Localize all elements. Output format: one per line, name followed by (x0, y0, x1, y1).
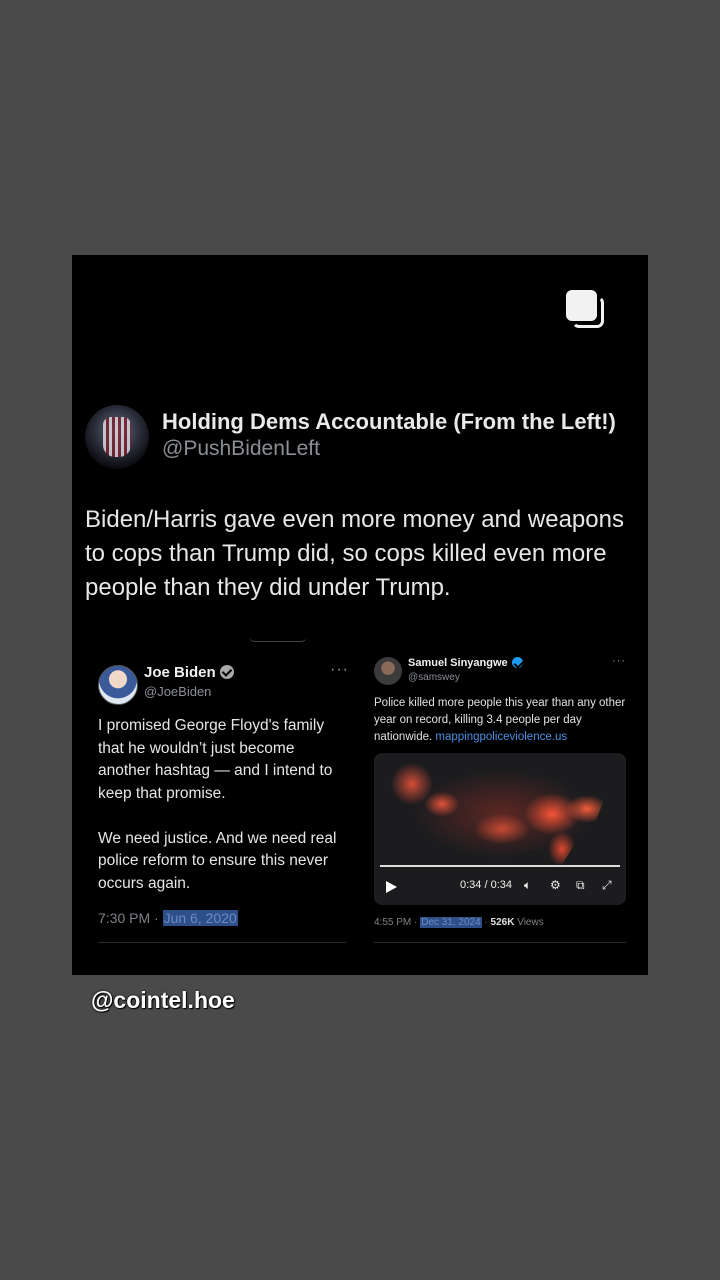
tweet-author-name[interactable]: Samuel Sinyangwe (408, 657, 523, 669)
tweet-date[interactable]: Dec 31, 2024 (420, 917, 482, 928)
verified-badge-icon (511, 657, 523, 668)
tweet-author-handle[interactable]: @JoeBiden (144, 684, 211, 699)
verified-badge-icon (219, 665, 234, 679)
video-time: 0:34 / 0:34 (460, 879, 512, 891)
tweet-time: 4:55 PM · (374, 917, 418, 928)
author-handle[interactable]: @PushBidenLeft (162, 437, 320, 461)
avatar[interactable] (98, 665, 138, 705)
map-thumbnail (382, 761, 618, 869)
author-name[interactable]: Holding Dems Accountable (From the Left!… (162, 409, 616, 435)
more-options-icon[interactable]: ··· (612, 655, 626, 667)
views-count: 526K (490, 917, 515, 928)
tweet-text: I promised George Floyd's family that he… (98, 717, 337, 892)
tweet-meta: 4:55 PM · Dec 31, 2024 · 526K Views (374, 917, 544, 928)
tweet-text: Police killed more people this year than… (374, 695, 626, 746)
author-avatar[interactable] (85, 405, 149, 469)
repost-card: Holding Dems Accountable (From the Left!… (72, 255, 648, 975)
views-label: Views (517, 917, 544, 928)
post-text: Biden/Harris gave even more money and we… (85, 506, 624, 601)
tweet-author-handle[interactable]: @samswey (408, 672, 460, 683)
divider (98, 942, 346, 943)
tweet-author-name[interactable]: Joe Biden (144, 664, 234, 681)
tweet-author-name-text: Joe Biden (144, 664, 216, 681)
tweet-time: 7:30 PM · (98, 910, 159, 926)
picture-in-picture-icon[interactable]: ⧉ (576, 878, 585, 893)
divider (374, 942, 626, 943)
video-progress-bar[interactable] (380, 865, 620, 867)
avatar[interactable] (374, 657, 402, 685)
watermark: @cointel.hoe (91, 987, 235, 1013)
tweet-date[interactable]: Jun 6, 2020 (162, 910, 238, 926)
multiple-media-icon[interactable] (566, 290, 608, 332)
tweet-timestamp: 7:30 PM · Jun 6, 2020 (98, 910, 238, 926)
settings-icon[interactable]: ⚙︎ (550, 878, 561, 892)
tweet-author-name-text: Samuel Sinyangwe (408, 657, 508, 669)
fullscreen-icon[interactable]: ⤢ (602, 878, 612, 893)
video-player[interactable]: 0:34 / 0:34 🔈︎ ⚙︎ ⧉ ⤢ (374, 753, 626, 905)
divider (249, 635, 307, 642)
volume-icon[interactable]: 🔈︎ (524, 878, 531, 893)
play-icon[interactable] (386, 881, 397, 893)
tweet-link[interactable]: mappingpoliceviolence.us (435, 731, 567, 743)
more-options-icon[interactable]: ··· (330, 661, 349, 679)
